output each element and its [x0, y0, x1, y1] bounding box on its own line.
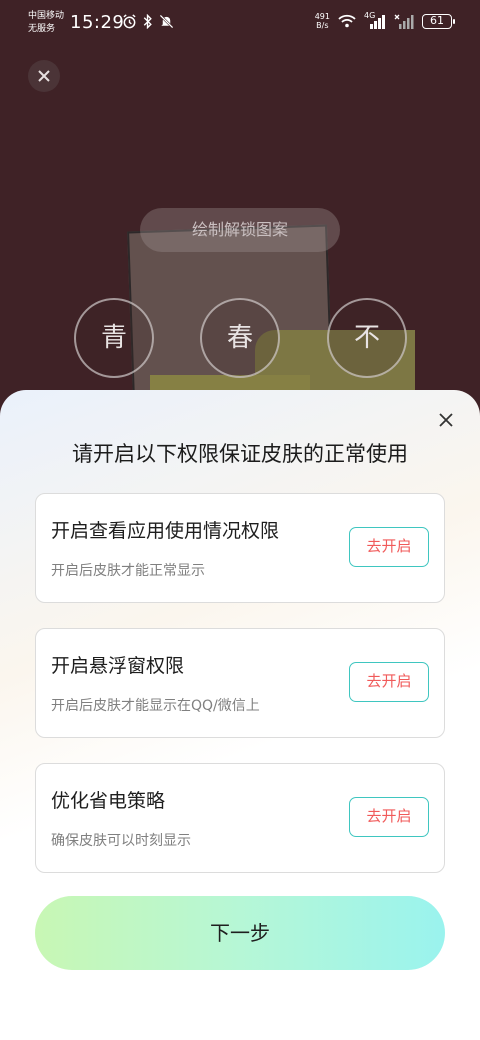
permission-title: 开启悬浮窗权限 [51, 655, 185, 677]
next-step-button[interactable]: 下一步 [35, 896, 445, 970]
wifi-icon [338, 14, 356, 28]
enable-overlay-button[interactable]: 去开启 [349, 662, 429, 702]
permission-card-overlay: 开启悬浮窗权限 开启后皮肤才能显示在QQ/微信上 去开启 [35, 628, 445, 738]
permission-sheet: 请开启以下权限保证皮肤的正常使用 开启查看应用使用情况权限 开启后皮肤才能正常显… [0, 390, 480, 1040]
permission-title: 开启查看应用使用情况权限 [51, 520, 280, 542]
no-sim-signal-icon [394, 14, 414, 29]
pattern-hint: 绘制解锁图案 [140, 208, 340, 252]
permission-card-battery: 优化省电策略 确保皮肤可以时刻显示 去开启 [35, 763, 445, 873]
net-speed-unit: B/s [316, 21, 329, 30]
network-type-label: 4G [364, 10, 376, 20]
enable-usage-button[interactable]: 去开启 [349, 527, 429, 567]
permission-desc: 确保皮肤可以时刻显示 [51, 833, 191, 849]
carrier-name: 中国移动 [28, 11, 65, 21]
pattern-dot-3[interactable]: 不 [327, 298, 407, 378]
clock: 15:29 [70, 12, 125, 33]
permission-desc: 开启后皮肤才能正常显示 [51, 563, 205, 579]
pattern-dot-1[interactable]: 青 [74, 298, 154, 378]
close-preview-button[interactable] [28, 60, 60, 92]
sheet-title: 请开启以下权限保证皮肤的正常使用 [72, 442, 408, 466]
permission-title: 优化省电策略 [51, 790, 166, 812]
permission-card-usage: 开启查看应用使用情况权限 开启后皮肤才能正常显示 去开启 [35, 493, 445, 603]
signal-4g: 4G [364, 10, 386, 29]
status-icons-left [122, 14, 174, 29]
enable-battery-button[interactable]: 去开启 [349, 797, 429, 837]
sheet-close-button[interactable] [434, 408, 458, 432]
net-speed-value: 491 [314, 12, 330, 21]
mute-bell-icon [159, 14, 174, 29]
carrier-info: 中国移动 无服务 [28, 10, 64, 36]
close-icon [439, 413, 453, 427]
permission-desc: 开启后皮肤才能显示在QQ/微信上 [51, 698, 260, 714]
alarm-icon [123, 14, 136, 29]
carrier-service: 无服务 [28, 24, 56, 34]
status-bar: 中国移动 无服务 15:29 491 B/s 4G 61 [0, 0, 480, 44]
close-icon [38, 70, 50, 82]
bluetooth-icon [143, 14, 152, 29]
net-speed: 491 B/s [315, 12, 330, 30]
pattern-dot-2[interactable]: 春 [200, 298, 280, 378]
status-icons-right: 491 B/s 4G 61 [315, 10, 455, 30]
battery-indicator: 61 [422, 13, 455, 29]
